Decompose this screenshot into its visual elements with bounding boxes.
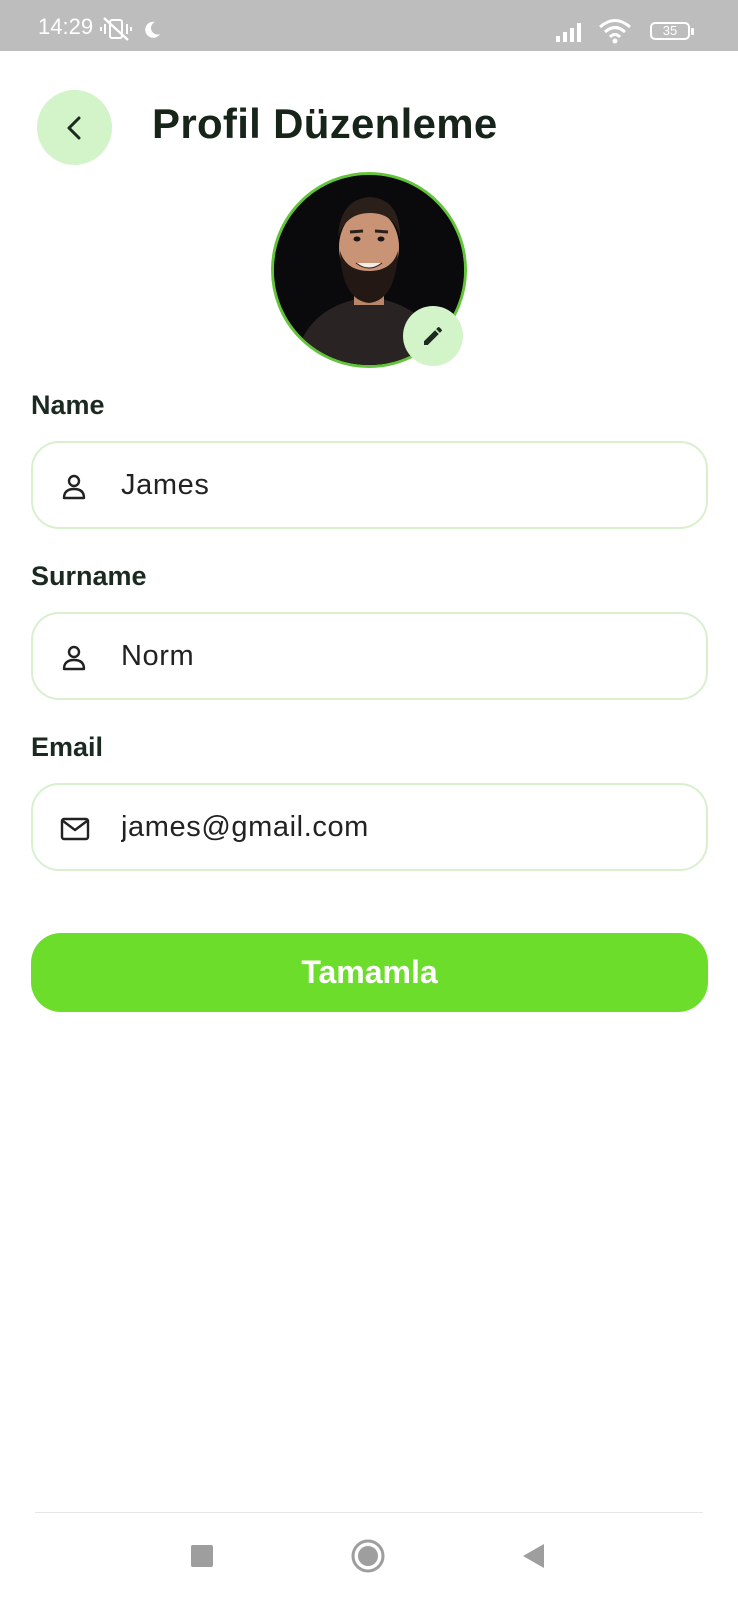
square-icon <box>191 1545 213 1567</box>
vibrate-off-icon <box>100 17 132 41</box>
complete-button[interactable]: Tamamla <box>31 933 708 1012</box>
surname-label: Surname <box>31 561 147 591</box>
name-field[interactable] <box>31 441 708 529</box>
battery-indicator: 35 <box>650 22 694 40</box>
pencil-icon <box>424 326 443 345</box>
wifi-icon <box>599 19 631 44</box>
surname-input[interactable] <box>121 614 681 698</box>
email-input[interactable] <box>121 785 681 869</box>
back-nav-button[interactable] <box>520 1542 546 1570</box>
recent-apps-button[interactable] <box>190 1544 214 1568</box>
email-field[interactable] <box>31 783 708 871</box>
moon-icon <box>145 21 160 38</box>
surname-field[interactable] <box>31 612 708 700</box>
edit-avatar-button[interactable] <box>403 306 463 366</box>
email-label: Email <box>31 732 104 762</box>
nav-divider <box>35 1512 703 1513</box>
profile-avatar <box>271 172 467 368</box>
home-button[interactable] <box>350 1538 386 1574</box>
triangle-back-icon <box>523 1544 544 1568</box>
mail-icon <box>60 817 90 841</box>
status-time: 14:29 <box>38 14 94 39</box>
signal-icon <box>556 23 581 42</box>
person-icon <box>62 645 86 671</box>
page-title: Profil Düzenleme <box>152 100 498 147</box>
status-bar: 14:29 35 <box>0 0 738 51</box>
name-input[interactable] <box>121 443 681 527</box>
name-label: Name <box>31 390 105 420</box>
chevron-left-icon <box>67 116 80 139</box>
back-button[interactable] <box>37 90 112 165</box>
person-icon <box>62 474 86 500</box>
